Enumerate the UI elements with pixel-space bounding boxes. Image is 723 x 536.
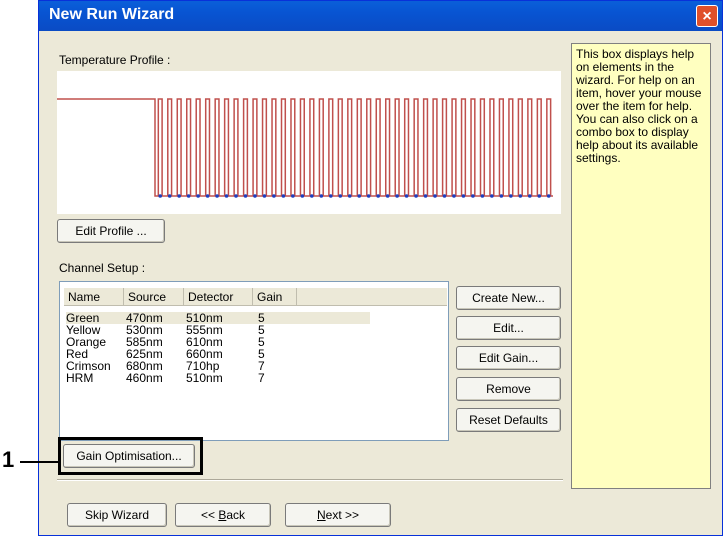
edit-profile-button[interactable]: Edit Profile ... [57,219,165,243]
acquisition-point [310,194,314,198]
acquisition-point [414,194,418,198]
acquisition-point [395,194,399,198]
close-icon[interactable]: × [696,5,718,27]
acquisition-point [546,194,551,198]
acquisition-point [272,194,276,198]
window-title: New Run Wizard [49,6,175,23]
table-row[interactable]: HRM 460nm 510nm 7 [66,372,316,384]
footer-separator [57,479,563,481]
table-cell: 7 [258,371,265,385]
acquisition-point [461,194,466,198]
acquisition-point [499,194,504,198]
channel-list[interactable]: Name Source Detector Gain Green 470nm 510n… [59,281,449,441]
column-header-source[interactable]: Source [124,288,184,306]
acquisition-point [234,194,238,198]
channel-setup-label: Channel Setup : [59,261,146,275]
create-new-button[interactable]: Create New... [456,286,561,310]
acquisition-point [177,194,181,198]
table-cell: 510nm [186,371,223,385]
reset-defaults-button[interactable]: Reset Defaults [456,408,561,432]
temperature-profile-chart [57,98,553,198]
acquisition-point [480,194,485,198]
acquisition-point [262,194,267,198]
acquisition-point [442,194,447,198]
next-label: ext >> [325,508,360,522]
acquisition-point [347,194,352,198]
edit-button[interactable]: Edit... [456,316,561,340]
help-box: This box displays help on elements in th… [571,43,711,489]
back-label: ack [226,508,246,522]
acquisition-point [385,194,390,198]
acquisition-point [404,194,409,198]
acquisition-point [281,194,286,198]
next-accesskey: N [316,508,326,522]
skip-wizard-button[interactable]: Skip Wizard [67,503,167,527]
temperature-profile-label: Temperature Profile : [59,53,171,67]
edit-gain-button[interactable]: Edit Gain... [456,346,561,370]
acquisition-point [471,194,475,198]
acquisition-point [509,194,513,198]
acquisition-point [300,194,305,198]
acquisition-point [527,194,532,198]
column-header-filler [297,288,447,306]
acquisition-point [518,194,523,198]
acquisition-point [537,194,542,198]
acquisition-point [215,194,219,198]
temperature-profile-graph [57,71,561,214]
back-prefix: << [200,508,219,522]
acquisition-point [319,194,324,198]
acquisition-point [433,194,437,198]
acquisition-point [490,194,494,198]
column-header-name[interactable]: Name [64,288,124,306]
acquisition-point [243,194,248,198]
next-button[interactable]: Next >> [285,503,391,527]
acquisition-point [224,194,229,198]
acquisition-point [196,194,200,198]
callout-number: 1 [2,447,15,472]
column-header-detector[interactable]: Detector [184,288,253,306]
back-button[interactable]: << Back [175,503,271,527]
acquisition-point [376,194,380,198]
acquisition-point [423,194,428,198]
acquisition-point [366,194,371,198]
acquisition-point [205,194,210,198]
callout-line [20,461,60,463]
acquisition-point [291,194,295,198]
remove-button[interactable]: Remove [456,377,561,401]
acquisition-point [186,194,191,198]
column-header-gain[interactable]: Gain [253,288,297,306]
acquisition-point [167,194,172,198]
title-bar[interactable]: New Run Wizard × [39,1,722,31]
acquisition-point [158,194,163,198]
table-cell: 460nm [126,371,163,385]
acquisition-point [328,194,333,198]
callout-highlight [58,437,203,475]
acquisition-point [452,194,456,198]
temperature-profile-line [57,98,553,197]
table-cell: HRM [66,371,94,385]
acquisition-point [253,194,257,198]
acquisition-point [338,194,343,198]
acquisition-point [357,194,362,198]
